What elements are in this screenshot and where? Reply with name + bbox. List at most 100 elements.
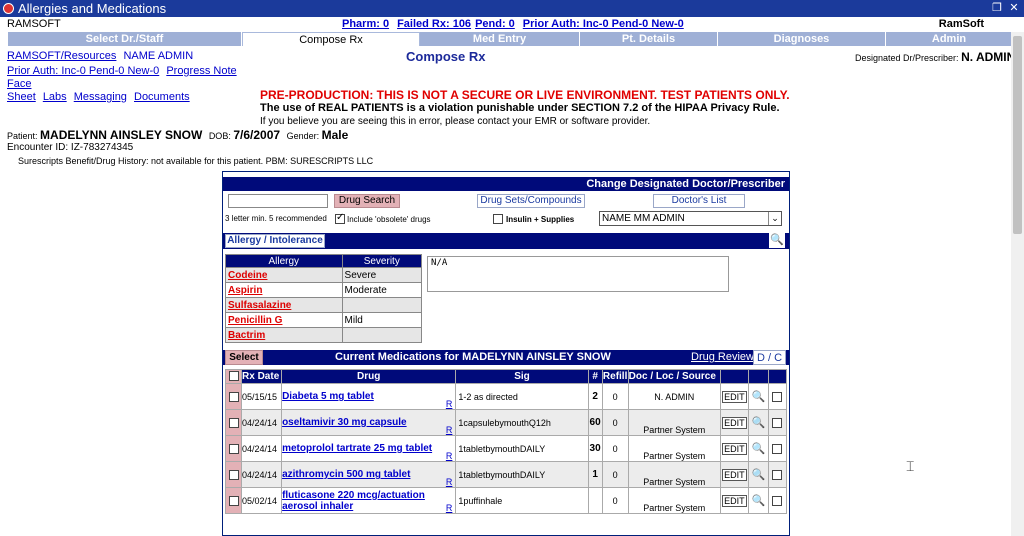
prior-auth-link[interactable]: Prior Auth: Inc-0 Pend-0 New-0 (523, 18, 684, 30)
allergy-notes-textarea[interactable]: N/A (427, 256, 729, 292)
allergy-name[interactable]: Sulfasalazine (225, 297, 343, 313)
sheet-link[interactable]: Sheet (7, 91, 36, 103)
magnifier-icon[interactable]: 🔍 (752, 469, 766, 481)
allergy-name[interactable]: Penicillin G (225, 312, 343, 328)
magnifier-icon[interactable]: 🔍 (752, 417, 766, 429)
scrollbar-thumb[interactable] (1013, 36, 1022, 234)
tab-diagnoses[interactable]: Diagnoses (718, 32, 886, 46)
allergy-name[interactable]: Bactrim (225, 327, 343, 343)
tab-med-entry[interactable]: Med Entry (420, 32, 580, 46)
med-source: Partner System (627, 435, 721, 462)
patient-gender: Male (321, 128, 349, 142)
chevron-down-icon[interactable]: ⌄ (768, 212, 781, 225)
med-refill: 0 (601, 487, 629, 514)
org-name: RAMSOFT (7, 18, 61, 30)
drug-review-link[interactable]: Drug Review (691, 350, 754, 365)
allergy-name[interactable]: Aspirin (225, 282, 343, 298)
allergy-severity (341, 297, 423, 313)
insulin-checkbox[interactable] (493, 214, 503, 224)
tab-pt-details[interactable]: Pt. Details (580, 32, 718, 46)
labs-link[interactable]: Labs (43, 91, 67, 103)
med-r-link[interactable]: R (446, 503, 453, 513)
med-drug-link[interactable]: Diabeta 5 mg tablet (282, 391, 374, 402)
resources-link[interactable]: RAMSOFT/Resources (7, 50, 116, 62)
med-rx-date: 04/24/14 (241, 435, 283, 462)
allergy-table: Allergy Severity Codeine Severe Aspirin Mo… (225, 254, 423, 343)
med-drug-link[interactable]: metoprolol tartrate 25 mg tablet (282, 443, 432, 454)
med-r-link[interactable]: R (446, 425, 453, 435)
restore-icon[interactable]: ❐ (990, 1, 1004, 15)
allergy-intolerance-button[interactable]: Allergy / Intolerance (225, 234, 325, 248)
med-source: Partner System (627, 461, 721, 488)
name-admin-link[interactable]: NAME ADMIN (123, 50, 193, 62)
med-sig: 1tabletbymouthDAILY (455, 435, 589, 462)
progress-note-link[interactable]: Progress Note (166, 65, 236, 77)
mouse-cursor-icon: ⌶ (906, 458, 915, 474)
dc-col-header (767, 369, 788, 384)
med-r-link[interactable]: R (446, 399, 453, 409)
face-link[interactable]: Face (7, 78, 31, 90)
drug-sets-button[interactable]: Drug Sets/Compounds (477, 194, 585, 208)
med-qty: 2 (587, 383, 603, 410)
allergy-search-icon[interactable]: 🔍 (769, 233, 785, 248)
med-r-link[interactable]: R (446, 477, 453, 487)
select-button[interactable]: Select (225, 350, 263, 365)
med-select-checkbox[interactable] (228, 391, 239, 402)
med-edit-button[interactable]: EDIT (722, 468, 747, 481)
tab-select-dr-staff[interactable]: Select Dr./Staff (8, 32, 242, 46)
drug-search-button[interactable]: Drug Search (334, 194, 400, 208)
patient-dob: 7/6/2007 (233, 128, 281, 142)
magnifier-icon[interactable]: 🔍 (752, 391, 766, 403)
med-dc-checkbox[interactable] (772, 443, 783, 454)
tab-compose-rx[interactable]: Compose Rx (242, 32, 420, 46)
med-edit-button[interactable]: EDIT (722, 390, 747, 403)
med-qty: 30 (587, 435, 603, 462)
pharm-link[interactable]: Pharm: 0 (342, 18, 389, 30)
change-prescriber-bar[interactable]: Change Designated Doctor/Prescriber (223, 177, 789, 191)
prior-auth-side-link[interactable]: Prior Auth: Inc-0 Pend-0 New-0 (7, 65, 159, 77)
med-select-checkbox[interactable] (228, 417, 239, 428)
med-dc-checkbox[interactable] (772, 469, 783, 480)
messaging-link[interactable]: Messaging (74, 91, 127, 103)
allergy-name[interactable]: Codeine (225, 267, 343, 283)
drug-search-input[interactable] (228, 194, 328, 208)
allergy-col-header: Allergy (225, 254, 343, 268)
med-edit-button[interactable]: EDIT (722, 442, 747, 455)
med-refill: 0 (601, 461, 629, 488)
compose-rx-panel: Change Designated Doctor/Prescriber Drug… (222, 171, 790, 536)
med-edit-button[interactable]: EDIT (722, 494, 747, 507)
med-r-link[interactable]: R (446, 451, 453, 461)
magnifier-icon[interactable]: 🔍 (752, 495, 766, 507)
dc-button[interactable]: D / C (753, 350, 786, 365)
med-edit-cell: EDIT (719, 409, 749, 436)
allergy-row: Penicillin G Mild (225, 312, 423, 328)
current-meds-bar: Select Current Medications for MADELYNN … (223, 350, 789, 365)
med-source: Partner System (627, 409, 721, 436)
include-obsolete-checkbox[interactable] (335, 212, 345, 224)
tab-admin[interactable]: Admin (886, 32, 1013, 46)
change-prescriber-label[interactable]: Change Designated Doctor/Prescriber (586, 178, 785, 190)
med-select-checkbox[interactable] (228, 495, 239, 506)
doctor-select[interactable]: NAME MM ADMIN ⌄ (599, 211, 782, 226)
med-dc-checkbox[interactable] (772, 495, 783, 506)
med-edit-button[interactable]: EDIT (722, 416, 747, 429)
designated-prescriber: Designated Dr/Prescriber: N. ADMIN (855, 50, 1015, 64)
med-select-checkbox[interactable] (228, 469, 239, 480)
med-select-checkbox[interactable] (228, 443, 239, 454)
med-sig: 1-2 as directed (455, 383, 589, 410)
pend-link[interactable]: Pend: 0 (475, 18, 515, 30)
failed-rx-link[interactable]: Failed Rx: 106 (397, 18, 471, 30)
doctors-list-button[interactable]: Doctor's List (653, 194, 745, 208)
documents-link[interactable]: Documents (134, 91, 190, 103)
view-col-header (747, 369, 769, 384)
select-all-checkbox[interactable] (228, 371, 239, 382)
med-dc-checkbox[interactable] (772, 417, 783, 428)
app-icon (3, 3, 14, 14)
med-drug-link[interactable]: oseltamivir 30 mg capsule (282, 417, 407, 428)
close-icon[interactable]: ✕ (1007, 1, 1021, 15)
magnifier-icon[interactable]: 🔍 (752, 443, 766, 455)
med-qty: 60 (587, 409, 603, 436)
med-drug-link[interactable]: azithromycin 500 mg tablet (282, 469, 410, 480)
med-dc-checkbox[interactable] (772, 391, 783, 402)
med-drug-link[interactable]: fluticasone 220 mcg/actuation aerosol in… (282, 490, 425, 512)
